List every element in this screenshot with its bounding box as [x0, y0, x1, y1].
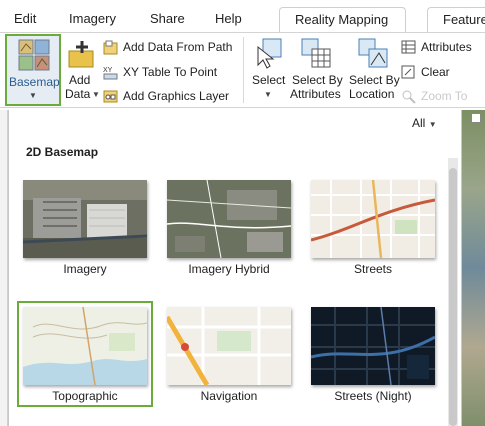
gallery-filter-dropdown[interactable]: All ▼ [412, 116, 437, 130]
gallery-scrollbar-thumb[interactable] [449, 168, 457, 426]
ribbon-separator [243, 37, 244, 103]
gallery-section-title: 2D Basemap [26, 145, 99, 159]
basemap-tile-streets[interactable]: Streets [305, 174, 441, 280]
add-graphics-layer-button[interactable]: Add Graphics Layer [103, 88, 235, 106]
add-data-from-path-button[interactable]: Add Data From Path [103, 39, 235, 57]
tab-feature[interactable]: Feature [427, 7, 485, 32]
basemap-tile-imagery[interactable]: Imagery [17, 174, 153, 280]
zoom-to-button[interactable]: Zoom To [401, 88, 485, 106]
chevron-down-icon: ▼ [29, 91, 37, 100]
basemap-tile-navigation[interactable]: Navigation [161, 301, 297, 407]
basemap-gallery: All ▼ 2D Basemap Imagery Imagery Hybrid … [8, 110, 462, 426]
select-by-location-label-1: Select By [349, 73, 400, 87]
xy-icon: XY [103, 67, 118, 80]
select-by-attributes-button[interactable]: Select By Attributes [290, 35, 344, 105]
attributes-button[interactable]: Attributes [401, 39, 485, 57]
topographic-thumbnail [23, 307, 147, 385]
menu-bar: Edit Imagery Share Help Reality Mapping … [0, 0, 485, 36]
basemap-tile-label: Imagery Hybrid [188, 262, 270, 276]
chevron-down-icon: ▼ [428, 120, 437, 129]
menu-edit[interactable]: Edit [14, 11, 36, 26]
zoom-to-icon [402, 90, 416, 104]
basemap-label: Basemap [9, 75, 60, 89]
select-button[interactable]: Select ▼ [250, 35, 288, 105]
clear-selection-icon [401, 65, 415, 79]
gallery-filter-label: All [412, 116, 426, 130]
dialog-launcher-icon[interactable] [471, 113, 481, 123]
menu-share[interactable]: Share [150, 11, 185, 26]
select-by-attributes-icon [301, 38, 331, 68]
clear-button[interactable]: Clear [401, 64, 485, 82]
basemap-tile-label: Navigation [200, 389, 258, 403]
select-by-location-button[interactable]: Select By Location [347, 35, 400, 105]
graphics-layer-icon [103, 90, 118, 103]
basemap-button[interactable]: Basemap ▼ [5, 34, 61, 106]
imagery-thumbnail [23, 180, 147, 258]
basemap-tile-label: Imagery [63, 262, 107, 276]
chevron-down-icon: ▼ [92, 90, 100, 99]
basemap-tile-topographic[interactable]: Topographic [17, 301, 153, 407]
table-icon [401, 40, 416, 54]
select-by-location-label-2: Location [349, 87, 395, 101]
clear-label: Clear [421, 65, 450, 79]
chevron-down-icon: ▼ [264, 90, 272, 99]
xy-table-to-point-button[interactable]: XY XY Table To Point [103, 64, 235, 82]
ribbon: Basemap ▼ Add Data ▼ Add Data From Path … [0, 32, 485, 108]
add-data-label-1: Add [69, 73, 91, 87]
navigation-thumbnail [167, 307, 291, 385]
basemap-tile-label: Streets [353, 262, 392, 276]
select-arrow-icon [257, 38, 282, 69]
add-data-icon [68, 41, 94, 68]
svg-text:XY: XY [103, 67, 113, 74]
attributes-label: Attributes [421, 40, 472, 54]
basemap-icon [18, 39, 50, 71]
xy-table-to-point-label: XY Table To Point [123, 65, 218, 79]
add-data-button[interactable]: Add Data ▼ [63, 35, 101, 105]
streets-thumbnail [311, 180, 435, 258]
path-icon [103, 40, 118, 55]
tab-reality-mapping[interactable]: Reality Mapping [279, 7, 406, 32]
menu-help[interactable]: Help [215, 11, 242, 26]
basemap-tile-streets-night[interactable]: Streets (Night) [305, 301, 441, 407]
basemap-tile-label: Streets (Night) [334, 389, 412, 403]
select-by-attributes-label-1: Select By [292, 73, 343, 87]
select-label: Select [252, 73, 286, 87]
basemap-tile-imagery-hybrid[interactable]: Imagery Hybrid [161, 174, 297, 280]
streets-night-thumbnail [311, 307, 435, 385]
left-pane-edge [0, 110, 8, 426]
basemap-tile-label: Topographic [52, 389, 118, 403]
add-data-from-path-label: Add Data From Path [123, 40, 233, 54]
select-by-location-icon [358, 38, 388, 68]
imagery-hybrid-thumbnail [167, 180, 291, 258]
select-by-attributes-label-2: Attributes [290, 87, 341, 101]
add-data-label-2: Data [65, 87, 91, 101]
map-view-edge [462, 110, 485, 426]
zoom-to-label: Zoom To [421, 89, 468, 103]
menu-imagery[interactable]: Imagery [69, 11, 116, 26]
add-graphics-layer-label: Add Graphics Layer [123, 89, 230, 103]
